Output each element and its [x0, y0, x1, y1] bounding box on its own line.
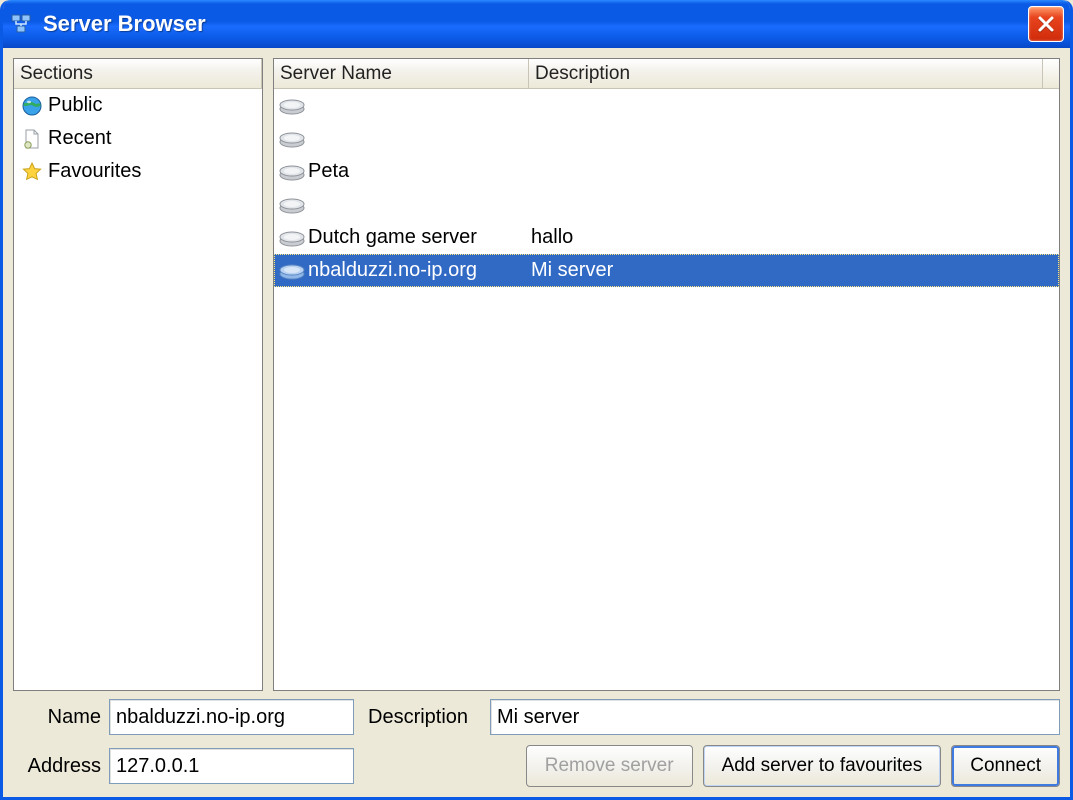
- server-icon: [278, 193, 306, 217]
- name-input[interactable]: [109, 699, 354, 735]
- server-row[interactable]: [274, 122, 1059, 155]
- server-icon: [278, 127, 306, 151]
- client-area: Sections Public: [3, 48, 1070, 797]
- remove-server-button[interactable]: Remove server: [526, 745, 693, 787]
- sections-header-row: Sections: [14, 59, 262, 89]
- server-row[interactable]: [274, 89, 1059, 122]
- title-bar[interactable]: Server Browser: [3, 0, 1070, 48]
- server-row[interactable]: Peta: [274, 155, 1059, 188]
- label-address: Address: [13, 755, 101, 778]
- globe-icon: [18, 94, 46, 118]
- button-row: Remove server Add server to favourites C…: [490, 745, 1060, 787]
- server-row[interactable]: Dutch game serverhallo: [274, 221, 1059, 254]
- server-name-cell: Peta: [308, 160, 531, 183]
- server-name-cell: nbalduzzi.no-ip.org: [308, 259, 531, 282]
- label-description: Description: [362, 706, 482, 729]
- section-label: Public: [48, 94, 102, 117]
- window-title: Server Browser: [43, 11, 1028, 37]
- server-row[interactable]: nbalduzzi.no-ip.orgMi server: [274, 254, 1059, 287]
- section-label: Favourites: [48, 160, 141, 183]
- server-browser-window: Server Browser Sections: [0, 0, 1073, 800]
- close-icon: [1037, 15, 1055, 33]
- server-columns: Server Name Description: [274, 59, 1059, 89]
- sections-panel: Sections Public: [13, 58, 263, 691]
- section-favourites[interactable]: Favourites: [14, 155, 262, 188]
- server-name-cell: Dutch game server: [308, 226, 531, 249]
- connect-button[interactable]: Connect: [951, 745, 1060, 787]
- server-icon: [278, 94, 306, 118]
- server-icon: [278, 160, 306, 184]
- col-description[interactable]: Description: [529, 59, 1043, 88]
- server-desc-cell: hallo: [531, 226, 1059, 249]
- server-icon: [278, 226, 306, 250]
- details-form: Name Description Address Remove server A…: [13, 699, 1060, 787]
- server-list[interactable]: PetaDutch game serverhallonbalduzzi.no-i…: [274, 89, 1059, 690]
- col-spacer: [1043, 59, 1059, 88]
- server-row[interactable]: [274, 188, 1059, 221]
- address-input[interactable]: [109, 748, 354, 784]
- server-desc-cell: Mi server: [531, 259, 1059, 282]
- server-icon: [278, 259, 306, 283]
- sections-header[interactable]: Sections: [14, 59, 262, 88]
- document-icon: [18, 127, 46, 151]
- section-public[interactable]: Public: [14, 89, 262, 122]
- section-recent[interactable]: Recent: [14, 122, 262, 155]
- col-server-name[interactable]: Server Name: [274, 59, 529, 88]
- section-label: Recent: [48, 127, 111, 150]
- star-icon: [18, 160, 46, 184]
- split-panes: Sections Public: [13, 58, 1060, 691]
- sections-list: Public Recent: [14, 89, 262, 690]
- app-icon: [7, 10, 35, 38]
- add-favourites-button[interactable]: Add server to favourites: [703, 745, 942, 787]
- server-list-panel: Server Name Description Peta Dutch game s…: [273, 58, 1060, 691]
- label-name: Name: [13, 706, 101, 729]
- description-input[interactable]: [490, 699, 1060, 735]
- close-button[interactable]: [1028, 6, 1064, 42]
